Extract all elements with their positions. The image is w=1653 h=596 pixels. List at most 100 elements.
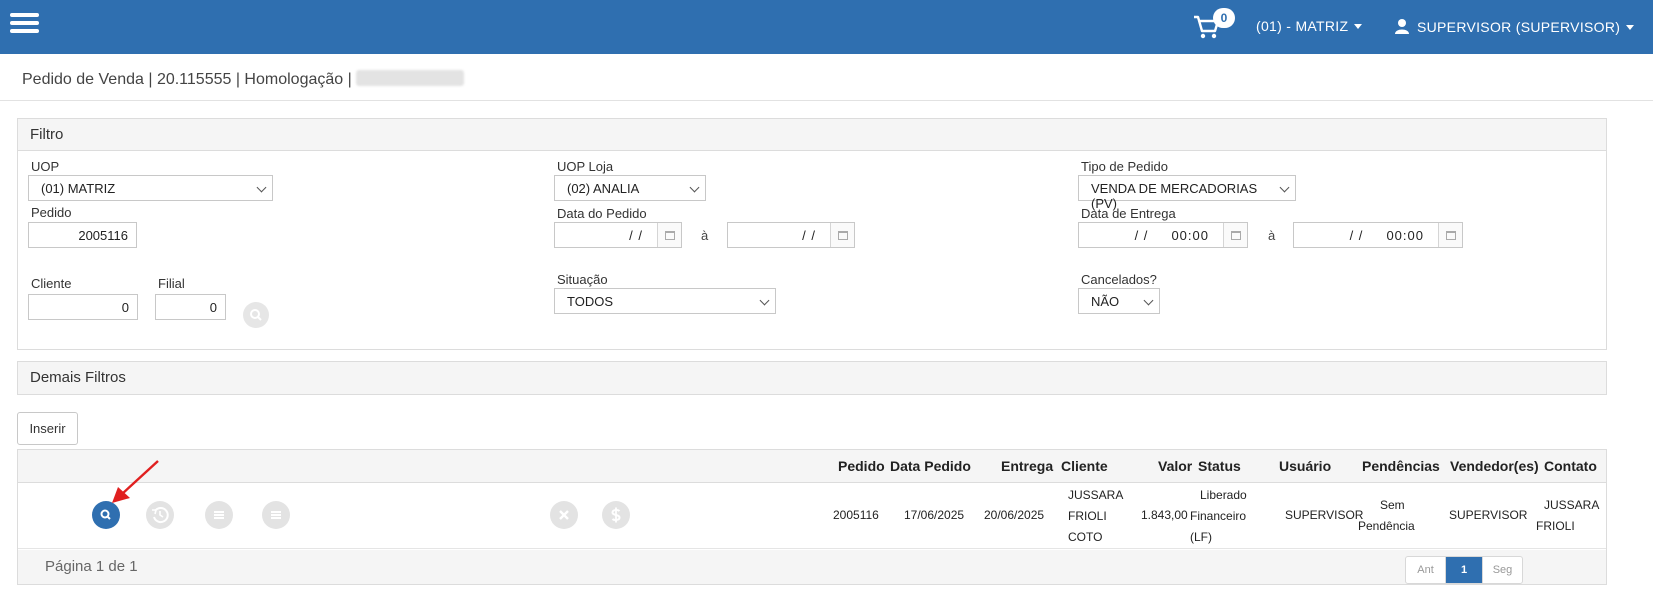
unit-dropdown[interactable]: (01) - MATRIZ xyxy=(1256,18,1363,34)
chevron-down-icon xyxy=(256,182,267,193)
history-button[interactable] xyxy=(146,501,174,529)
top-navbar: 0 (01) - MATRIZ SUPERVISOR (SUPERVISOR) xyxy=(0,0,1653,54)
uop-loja-value: (02) ANALIA xyxy=(567,181,640,196)
cell-line: Financeiro xyxy=(1190,509,1247,523)
cart-count-badge: 0 xyxy=(1213,8,1235,28)
cell-usuario: SUPERVISOR xyxy=(1285,508,1364,522)
unit-label: (01) - MATRIZ xyxy=(1256,18,1349,34)
column-header[interactable]: Cliente xyxy=(1061,458,1108,474)
table-header: Pedido Data Pedido Entrega Cliente Valor… xyxy=(18,450,1606,483)
column-header[interactable]: Data Pedido xyxy=(890,458,971,474)
column-header[interactable]: Pedido xyxy=(838,458,885,474)
payment-button[interactable] xyxy=(602,501,630,529)
uop-label: UOP xyxy=(31,159,60,174)
cell-status: Liberado Financeiro (LF) xyxy=(1190,485,1260,548)
datetime-value: / / 00:00 xyxy=(1349,228,1424,243)
chevron-down-icon xyxy=(1626,25,1635,30)
list-icon xyxy=(271,511,281,519)
cell-line: Pendência xyxy=(1358,519,1415,533)
column-header[interactable]: Status xyxy=(1198,458,1241,474)
uop-loja-label: UOP Loja xyxy=(557,159,614,174)
cell-pendencias: Sem Pendência xyxy=(1358,495,1428,537)
cliente-label: Cliente xyxy=(31,276,72,291)
table-row[interactable]: 2005116 17/06/2025 20/06/2025 JUSSARA FR… xyxy=(18,483,1606,549)
orders-table: Pedido Data Pedido Entrega Cliente Valor… xyxy=(17,449,1607,585)
list-icon xyxy=(214,511,224,519)
chevron-down-icon xyxy=(759,295,770,306)
more-filters-panel[interactable]: Demais Filtros xyxy=(17,361,1607,395)
cell-line: COTO xyxy=(1068,530,1103,544)
data-pedido-from-input[interactable]: / / xyxy=(554,222,682,248)
more-filters-title: Demais Filtros xyxy=(18,362,1606,394)
cliente-input[interactable]: 0 xyxy=(28,294,138,320)
chevron-down-icon xyxy=(1354,24,1363,29)
pagination: Ant 1 Seg xyxy=(1405,556,1523,584)
column-header[interactable]: Contato xyxy=(1544,458,1597,474)
cell-line: JUSSARA xyxy=(1068,488,1124,502)
calendar-icon[interactable] xyxy=(657,223,681,247)
calendar-icon[interactable] xyxy=(1438,223,1462,247)
data-pedido-label: Data do Pedido xyxy=(557,206,647,221)
uop-select[interactable]: (01) MATRIZ xyxy=(28,175,273,201)
client-search-button[interactable] xyxy=(243,302,269,328)
calendar-icon[interactable] xyxy=(830,223,854,247)
cancel-order-button[interactable] xyxy=(550,501,578,529)
datetime-value: / / 00:00 xyxy=(1134,228,1209,243)
filial-label: Filial xyxy=(158,276,185,291)
chevron-down-icon xyxy=(1143,295,1154,306)
cancelados-label: Cancelados? xyxy=(1081,272,1157,287)
history-icon xyxy=(152,507,169,524)
cancelados-value: NÃO xyxy=(1091,294,1120,309)
data-pedido-to-input[interactable]: / / xyxy=(727,222,855,248)
date-range-separator: à xyxy=(1268,228,1276,243)
uop-loja-select[interactable]: (02) ANALIA xyxy=(554,175,706,201)
details-list-button[interactable] xyxy=(262,501,290,529)
date-range-separator: à xyxy=(701,228,709,243)
column-header[interactable]: Entrega xyxy=(1001,458,1053,474)
situacao-select[interactable]: TODOS xyxy=(554,288,776,314)
cell-data-pedido: 17/06/2025 xyxy=(904,508,965,522)
calendar-icon[interactable] xyxy=(1223,223,1247,247)
situacao-value: TODOS xyxy=(567,294,613,309)
view-order-button[interactable] xyxy=(92,501,120,529)
search-icon xyxy=(250,309,262,321)
data-entrega-from-input[interactable]: / / 00:00 xyxy=(1078,222,1248,248)
menu-icon[interactable] xyxy=(10,13,39,33)
cell-contato: JUSSARA FRIOLI xyxy=(1536,495,1606,537)
next-page-button[interactable]: Seg xyxy=(1482,557,1522,583)
cell-valor: 1.843,00 xyxy=(1141,508,1188,522)
insert-button[interactable]: Inserir xyxy=(17,412,78,445)
situacao-label: Situação xyxy=(557,272,608,287)
page-1-button[interactable]: 1 xyxy=(1446,557,1482,583)
user-dropdown[interactable]: SUPERVISOR (SUPERVISOR) xyxy=(1395,18,1635,35)
cancel-icon xyxy=(559,510,569,520)
items-list-button[interactable] xyxy=(205,501,233,529)
cell-line: (LF) xyxy=(1190,530,1212,544)
table-footer: Página 1 de 1 Ant 1 Seg xyxy=(18,550,1606,584)
pedido-input[interactable]: 2005116 xyxy=(28,222,137,248)
column-header[interactable]: Valor xyxy=(1158,458,1192,474)
page-title: Pedido de Venda | 20.115555 | Homologaçã… xyxy=(22,70,465,89)
uop-value: (01) MATRIZ xyxy=(41,181,116,196)
page-title-text: Pedido de Venda | 20.115555 | Homologaçã… xyxy=(22,71,352,88)
filial-input[interactable]: 0 xyxy=(155,294,226,320)
cancelados-select[interactable]: NÃO xyxy=(1078,288,1160,314)
page-info: Página 1 de 1 xyxy=(45,558,138,575)
cell-line: FRIOLI xyxy=(1068,509,1107,523)
chevron-down-icon xyxy=(689,182,700,193)
column-header[interactable]: Pendências xyxy=(1362,458,1440,474)
column-header[interactable]: Vendedor(es) xyxy=(1450,458,1539,474)
dollar-icon xyxy=(611,507,621,523)
cell-line: Liberado xyxy=(1200,488,1247,502)
divider xyxy=(0,100,1653,101)
tipo-pedido-select[interactable]: VENDA DE MERCADORIAS (PV) xyxy=(1078,175,1296,211)
cell-cliente: JUSSARA FRIOLI COTO xyxy=(1068,485,1128,548)
cell-line: JUSSARA xyxy=(1544,498,1600,512)
data-entrega-to-input[interactable]: / / 00:00 xyxy=(1293,222,1463,248)
pedido-label: Pedido xyxy=(31,205,72,220)
chevron-down-icon xyxy=(1279,182,1290,193)
redacted-text xyxy=(356,70,465,86)
column-header[interactable]: Usuário xyxy=(1279,458,1331,474)
cell-line: Sem xyxy=(1380,498,1405,512)
previous-page-button[interactable]: Ant xyxy=(1406,557,1446,583)
